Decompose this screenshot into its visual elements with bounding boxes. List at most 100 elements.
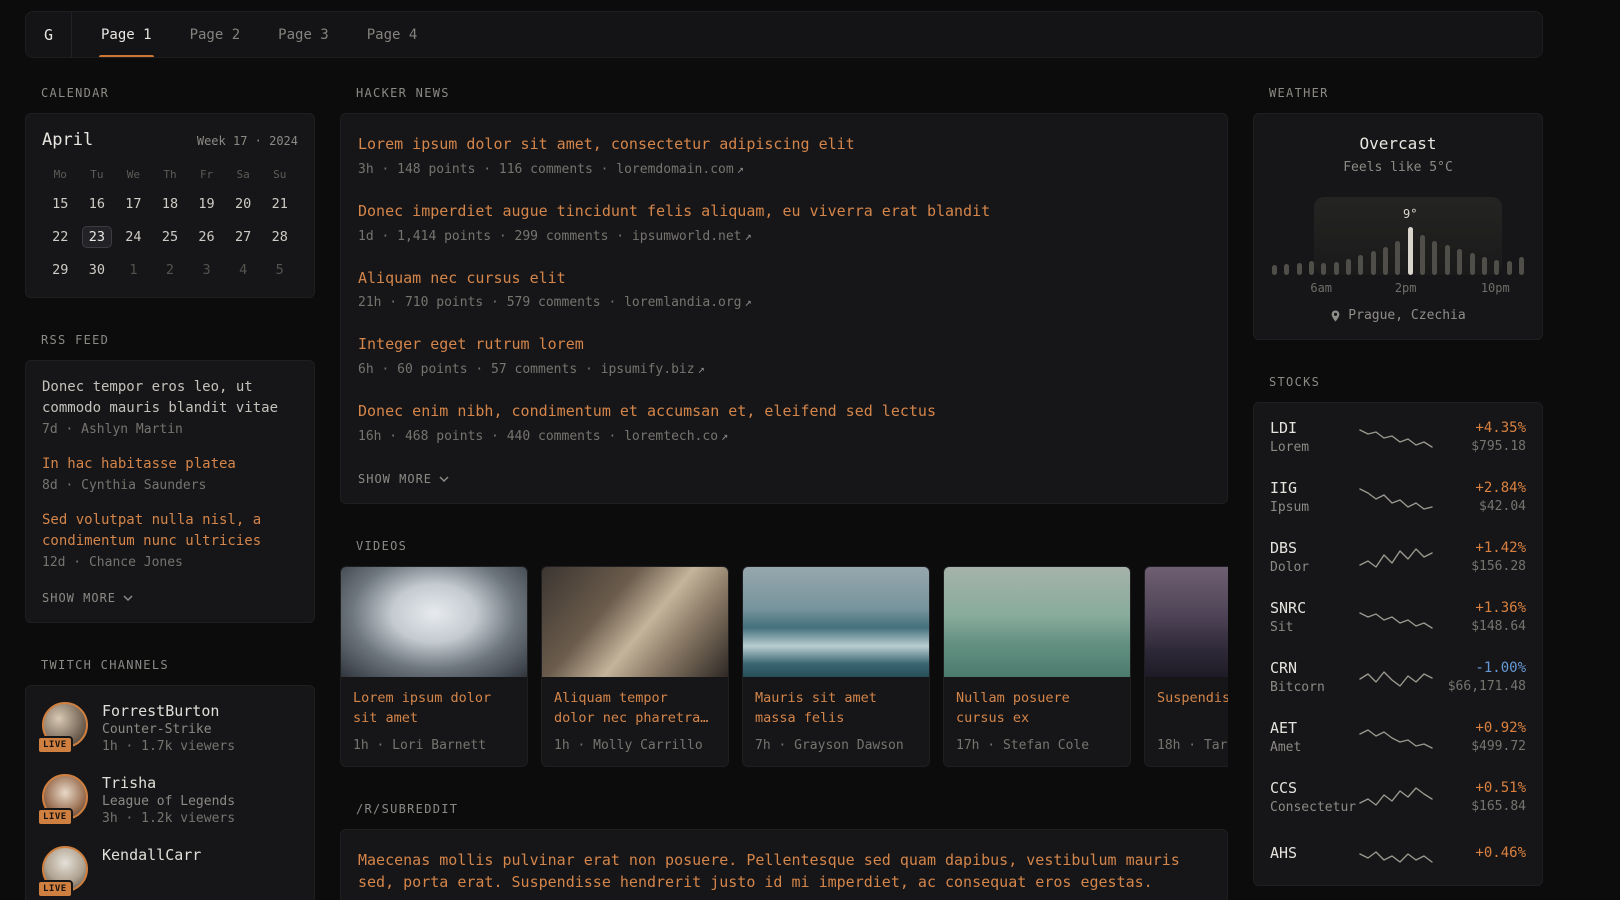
stock-symbol: AET [1270,719,1358,737]
subreddit-item-title[interactable]: Maecenas mollis pulvinar erat non posuer… [358,850,1210,894]
dow-label: Su [261,168,298,181]
hn-item: Lorem ipsum dolor sit amet, consectetur … [358,134,1210,177]
calendar-day: 25 [152,224,189,250]
weather-time-axis: 6am 2pm 10pm [1270,281,1526,295]
weather-bar [1371,251,1376,275]
weather-condition: Overcast [1270,134,1526,153]
hn-domain-link[interactable]: loremdomain.com [616,162,733,177]
rss-widget: RSS FEED Donec tempor eros leo, ut commo… [25,333,315,623]
calendar-day-next-month: 4 [225,257,262,283]
stock-sparkline [1358,542,1434,572]
stock-id: DBS Dolor [1270,539,1358,575]
video-card[interactable]: Lorem ipsum dolor sit amet consectetu… 1… [340,566,528,767]
stock-change: +2.84% [1434,480,1526,496]
weather-card: Overcast Feels like 5°C 9° 6am 2pm 10pm [1253,113,1543,340]
video-card[interactable]: Mauris sit amet massa felis 7h · Grayson… [742,566,930,767]
weather-section-title: WEATHER [1269,86,1543,100]
twitch-section-title: TWITCH CHANNELS [41,658,315,672]
videos-widget: VIDEOS Lorem ipsum dolor sit amet consec… [340,539,1228,767]
stock-change: +1.36% [1434,600,1526,616]
stock-symbol: IIG [1270,479,1358,497]
twitch-channel-name: Trisha [102,774,235,792]
twitch-channel-info: Trisha League of Legends 3h · 1.2k viewe… [102,774,235,826]
video-thumbnail [341,567,527,677]
calendar-days-grid: 15 16 17 18 19 20 21 22 23 24 25 26 27 2… [42,191,298,283]
calendar-day: 15 [42,191,79,217]
hn-item-title[interactable]: Integer eget rutrum lorem [358,334,1210,356]
right-column: WEATHER Overcast Feels like 5°C 9° 6am 2… [1253,86,1543,900]
weather-bar [1395,241,1400,275]
stock-symbol: SNRC [1270,599,1358,617]
rss-item-title[interactable]: Sed volutpat nulla nisl, a condimentum n… [42,510,298,552]
twitch-channel[interactable]: LIVE Trisha League of Legends 3h · 1.2k … [42,774,298,826]
rss-item-title[interactable]: In hac habitasse platea [42,454,298,475]
stock-symbol: LDI [1270,419,1358,437]
top-bar: G Page 1 Page 2 Page 3 Page 4 [25,11,1543,58]
weather-widget: WEATHER Overcast Feels like 5°C 9° 6am 2… [1253,86,1543,340]
hn-domain-link[interactable]: ipsumworld.net [632,229,742,244]
dow-label: Mo [42,168,79,181]
video-meta: 1h · Molly Carrillo [542,729,728,766]
stocks-widget: STOCKS LDI Lorem +4.35% $795.18 [1253,375,1543,886]
twitch-channel-name: KendallCarr [102,846,201,864]
hn-item-title[interactable]: Lorem ipsum dolor sit amet, consectetur … [358,134,1210,156]
stock-price: $156.28 [1434,559,1526,574]
hn-item-title[interactable]: Donec imperdiet augue tincidunt felis al… [358,201,1210,223]
calendar-day: 29 [42,257,79,283]
rss-item-title[interactable]: Donec tempor eros leo, ut commodo mauris… [42,377,298,419]
weather-location-text: Prague, Czechia [1348,308,1465,323]
video-title: Suspendisse diam [1145,677,1228,729]
rss-show-more-button[interactable]: SHOW MORE [42,591,133,605]
calendar-day: 21 [261,191,298,217]
tab-page-1[interactable]: Page 1 [89,12,164,57]
tab-page-2[interactable]: Page 2 [178,12,253,57]
video-card[interactable]: Aliquam tempor dolor nec pharetra… 1h · … [541,566,729,767]
stock-row[interactable]: CCS Consectetur +0.51% $165.84 [1270,767,1526,827]
weather-bar [1457,249,1462,275]
video-title: Aliquam tempor dolor nec pharetra… [542,677,728,729]
stock-row[interactable]: SNRC Sit +1.36% $148.64 [1270,587,1526,647]
twitch-channel[interactable]: LIVE KendallCarr [42,846,298,892]
stock-row[interactable]: LDI Lorem +4.35% $795.18 [1270,407,1526,467]
hn-domain-link[interactable]: ipsumify.biz [601,362,695,377]
twitch-channel[interactable]: LIVE ForrestBurton Counter-Strike 1h · 1… [42,702,298,754]
live-badge: LIVE [37,736,73,754]
stock-sparkline [1358,482,1434,512]
stock-name: Bitcorn [1270,680,1358,695]
tab-page-3[interactable]: Page 3 [266,12,341,57]
stock-price: $148.64 [1434,619,1526,634]
stock-row[interactable]: DBS Dolor +1.42% $156.28 [1270,527,1526,587]
stock-sparkline [1358,662,1434,692]
rss-item-meta: 8d · Cynthia Saunders [42,478,298,493]
hn-item-title[interactable]: Aliquam nec cursus elit [358,268,1210,290]
hn-item: Donec imperdiet augue tincidunt felis al… [358,201,1210,244]
stock-row[interactable]: IIG Ipsum +2.84% $42.04 [1270,467,1526,527]
weather-peak-temp-label: 9° [1403,207,1417,221]
video-card[interactable]: Suspendisse diam 18h · Tara [1144,566,1228,767]
video-thumbnail [743,567,929,677]
stock-symbol: CRN [1270,659,1358,677]
live-badge: LIVE [37,880,73,898]
stock-change: +1.42% [1434,540,1526,556]
hn-item-title[interactable]: Donec enim nibh, condimentum et accumsan… [358,401,1210,423]
weather-bar [1297,263,1302,275]
hn-show-more-button[interactable]: SHOW MORE [358,472,449,486]
stock-row[interactable]: AET Amet +0.92% $499.72 [1270,707,1526,767]
twitch-avatar-wrap: LIVE [42,702,88,748]
tab-page-4[interactable]: Page 4 [355,12,430,57]
hn-domain-link[interactable]: loremlandia.org [624,295,741,310]
dow-label: Fr [188,168,225,181]
stock-symbol: DBS [1270,539,1358,557]
calendar-month: April [42,130,93,150]
stock-symbol: CCS [1270,779,1358,797]
stock-row[interactable]: AHS +0.46% [1270,827,1526,881]
stock-values: +1.42% $156.28 [1434,540,1526,574]
calendar-week-label: Week 17 · 2024 [197,134,298,148]
stock-row[interactable]: CRN Bitcorn -1.00% $66,171.48 [1270,647,1526,707]
video-card[interactable]: Nullam posuere cursus ex 17h · Stefan Co… [943,566,1131,767]
app-logo: G [26,12,72,57]
hn-domain-link[interactable]: loremtech.co [624,429,718,444]
twitch-channel-info: ForrestBurton Counter-Strike 1h · 1.7k v… [102,702,235,754]
calendar-header-row: April Week 17 · 2024 [42,130,298,150]
video-thumbnail [542,567,728,677]
